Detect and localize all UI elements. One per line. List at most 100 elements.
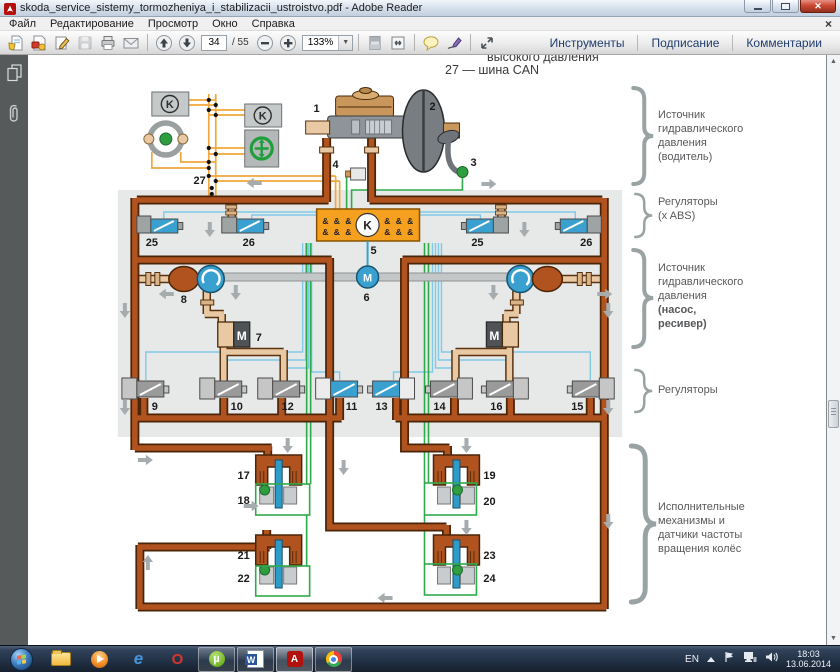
menu-bar: Файл Редактирование Просмотр Окно Справк… [0,17,840,31]
create-pdf-button[interactable] [28,33,50,53]
comment-panel-button[interactable]: Комментарии [733,36,835,50]
next-page-button[interactable] [176,33,198,53]
component-number-21: 21 [238,550,250,562]
scrollbar-thumb[interactable] [828,400,839,428]
valve-12 [258,378,305,399]
minimize-button[interactable] [744,0,771,13]
scrolling-mode-button[interactable] [364,33,386,53]
attachments-paperclip-icon[interactable] [7,103,21,130]
open-file-icon [7,34,25,52]
annotation-source-pump-text: Источник гидравлического давления [658,261,808,303]
accumulator-right: M [486,322,518,347]
valve-15 [567,378,614,399]
fit-page-button[interactable] [387,33,409,53]
email-button[interactable] [120,33,142,53]
zoom-out-icon [256,34,274,52]
save-icon [76,34,94,52]
page-thumbnails-icon[interactable] [6,64,23,87]
scroll-down-icon[interactable]: ▼ [827,632,840,645]
vertical-scrollbar[interactable]: ▲ ▼ [827,55,840,645]
pump-motor: M [357,266,379,288]
title-bar: skoda_service_sistemy_tormozheniya_i_sta… [0,0,840,17]
windows-start-icon [10,648,33,671]
steering-wheel-icon [144,123,188,155]
adobe-reader-app-icon [4,2,16,14]
windows-explorer-icon [51,652,71,666]
scroll-up-icon[interactable]: ▲ [827,55,840,68]
taskbar-item-explorer[interactable] [42,647,79,672]
language-indicator[interactable]: EN [685,654,699,665]
k-symbol: K [166,99,174,111]
sign-panel-button[interactable]: Подписание [638,36,732,50]
zoom-dropdown-arrow-icon[interactable]: ▼ [338,36,352,50]
page-down-icon [178,34,196,52]
signature-pen-button[interactable] [443,33,465,53]
ecu-logic-symbols: & & & [384,227,415,237]
navigation-sidebar [0,55,28,645]
menu-edit[interactable]: Редактирование [43,18,141,30]
open-file-button[interactable] [5,33,27,53]
component-number-22: 22 [238,573,250,585]
taskbar-item-internet-explorer[interactable]: e [120,647,157,672]
taskbar-item-media-player[interactable] [81,647,118,672]
component-number-11: 11 [346,401,358,413]
page-number-input[interactable] [201,35,227,51]
taskbar-item-chrome[interactable] [315,647,352,672]
previous-page-button[interactable] [153,33,175,53]
expand-view-button[interactable] [476,33,498,53]
action-center-flag-icon[interactable] [723,650,735,668]
spring-symbol: M [237,329,247,343]
restore-button[interactable] [772,0,799,13]
ecu-logic-symbols: & & & [384,216,415,226]
annotation-braces [631,88,656,602]
component-number-16: 16 [490,401,502,413]
close-document-icon[interactable]: × [825,19,832,29]
clock[interactable]: 18:03 13.06.2014 [786,649,831,669]
valve-14 [426,378,473,399]
print-button[interactable] [97,33,119,53]
fit-page-icon [389,34,407,52]
taskbar-item-word[interactable]: W [237,647,274,672]
component-number-26r: 26 [580,237,592,249]
wheel-speed-sensor-dot [452,485,462,495]
component-number-26l: 26 [243,237,255,249]
k-symbol: K [259,110,267,122]
minimize-icon [754,8,762,10]
network-icon[interactable] [743,650,757,668]
taskbar-item-utorrent[interactable]: µ [198,647,235,672]
start-button[interactable] [3,647,40,672]
valve-16 [481,378,528,399]
menu-window[interactable]: Окно [205,18,245,30]
zoom-out-button[interactable] [254,33,276,53]
menu-file[interactable]: Файл [2,18,43,30]
component-number-27: 27 [194,175,206,187]
close-button[interactable]: ✕ [800,0,836,13]
page-total-label: / 55 [232,37,249,48]
restore-icon [781,3,790,10]
utorrent-icon: µ [209,651,225,667]
ecu-logic-symbols: & & & [322,227,353,237]
menu-view[interactable]: Просмотр [141,18,205,30]
valve-11 [316,378,363,399]
tools-panel-button[interactable]: Инструменты [537,36,638,50]
comment-bubble-button[interactable] [420,33,442,53]
accumulator-left: M [218,322,250,347]
component-number-13: 13 [375,401,387,413]
clock-date: 13.06.2014 [786,659,831,669]
component-number-25l: 25 [146,237,158,249]
taskbar-item-adobe-reader[interactable]: A [276,647,313,672]
sign-document-button[interactable] [51,33,73,53]
wheel-brake-front-left [256,455,302,508]
taskbar-item-opera[interactable]: O [159,647,196,672]
zoom-in-button[interactable] [277,33,299,53]
component-number-4: 4 [333,159,340,171]
component-number-17: 17 [238,470,250,482]
save-button[interactable] [74,33,96,53]
menu-help[interactable]: Справка [245,18,302,30]
zoom-level-select[interactable]: 133% ▼ [302,35,354,51]
component-number-12: 12 [282,401,294,413]
ecu-logic-symbols: & & & [322,216,353,226]
component-number-20: 20 [483,496,495,508]
volume-icon[interactable] [765,650,778,668]
hidden-icons-chevron-icon[interactable] [707,657,715,662]
